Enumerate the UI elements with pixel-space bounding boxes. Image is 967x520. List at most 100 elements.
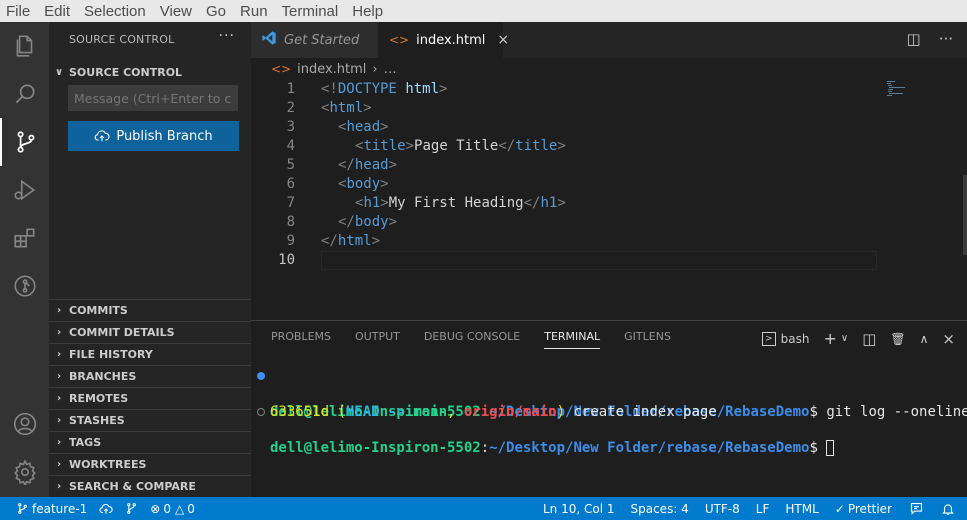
panel-worktrees[interactable]: › WORKTREES (49, 453, 251, 475)
language-mode[interactable]: HTML (777, 502, 826, 516)
breadcrumb-separator-icon: › (372, 61, 378, 77)
indentation[interactable]: Spaces: 4 (623, 502, 697, 516)
menu-edit[interactable]: Edit (37, 3, 77, 20)
gitlens-icon[interactable] (0, 262, 49, 310)
line-number: 6 (286, 176, 295, 192)
breadcrumb-symbol[interactable]: … (384, 62, 397, 77)
code-line: <head> (338, 119, 389, 135)
settings-gear-icon[interactable] (0, 448, 49, 496)
chevron-right-icon: › (56, 437, 62, 448)
account-icon[interactable] (0, 400, 49, 448)
tab-debug-console[interactable]: DEBUG CONSOLE (424, 330, 520, 349)
source-control-section-header[interactable]: ∨ SOURCE CONTROL (49, 62, 251, 82)
end-of-line[interactable]: LF (748, 502, 778, 516)
panel-label: WORKTREES (69, 458, 147, 471)
code-line: </head> (338, 157, 398, 173)
panel-label: BRANCHES (69, 370, 137, 383)
tab-problems[interactable]: PROBLEMS (271, 330, 331, 349)
source-control-sidebar: SOURCE CONTROL ··· ∨ SOURCE CONTROL Publ… (49, 22, 251, 497)
branch-indicator[interactable]: feature-1 (0, 502, 93, 516)
publish-changes-icon[interactable] (93, 502, 119, 516)
notifications-bell-icon[interactable] (933, 502, 967, 516)
new-terminal-icon[interactable]: + (823, 329, 836, 348)
editor-scrollbar[interactable] (963, 175, 967, 255)
split-terminal-icon[interactable]: ◫ (862, 330, 876, 348)
menu-terminal[interactable]: Terminal (275, 3, 346, 20)
publish-branch-button[interactable]: Publish Branch (68, 121, 239, 151)
problems-indicator[interactable]: ⊗ 0 △ 0 (144, 502, 201, 516)
chevron-right-icon: › (56, 327, 62, 338)
more-actions-icon[interactable]: ··· (219, 28, 235, 44)
commit-message-input[interactable] (68, 85, 238, 111)
error-count: 0 (163, 501, 171, 516)
terminal-line: dell@lelimo-Inspiron-5502:~/Desktop/New … (270, 439, 835, 457)
line-number: 3 (286, 119, 295, 135)
panel-commit-details[interactable]: › COMMIT DETAILS (49, 321, 251, 343)
panel-file-history[interactable]: › FILE HISTORY (49, 343, 251, 365)
source-control-icon[interactable] (0, 118, 49, 166)
breadcrumb: <> index.html › … (251, 58, 967, 80)
panel-branches[interactable]: › BRANCHES (49, 365, 251, 387)
breadcrumb-file[interactable]: index.html (297, 62, 366, 77)
feedback-icon[interactable] (900, 501, 933, 516)
chevron-right-icon: › (56, 415, 62, 426)
tab-terminal[interactable]: TERMINAL (544, 330, 601, 349)
panel-tabs: PROBLEMS OUTPUT DEBUG CONSOLE TERMINAL G… (271, 330, 695, 349)
panel-remotes[interactable]: › REMOTES (49, 387, 251, 409)
panel-label: STASHES (69, 414, 125, 427)
activity-bar (0, 22, 49, 497)
cursor-position[interactable]: Ln 10, Col 1 (535, 502, 623, 516)
run-debug-icon[interactable] (0, 166, 49, 214)
editor-actions: ◫ ··· (907, 30, 954, 48)
shell-label: bash (780, 331, 810, 346)
encoding[interactable]: UTF-8 (697, 502, 748, 516)
git-graph-icon[interactable] (119, 502, 144, 515)
panel-search-compare[interactable]: › SEARCH & COMPARE (49, 475, 251, 497)
chevron-down-icon[interactable]: ∨ (841, 333, 848, 344)
close-panel-icon[interactable]: × (942, 330, 955, 348)
panel-label: COMMITS (69, 304, 128, 317)
tab-gitlens[interactable]: GITLENS (624, 330, 671, 349)
panel-commits[interactable]: › COMMITS (49, 299, 251, 321)
chevron-right-icon: › (56, 349, 62, 360)
search-icon[interactable] (0, 70, 49, 118)
menu-run[interactable]: Run (233, 3, 275, 20)
split-editor-icon[interactable]: ◫ (907, 30, 921, 48)
menu-file[interactable]: File (0, 3, 37, 20)
branch-icon (18, 503, 27, 514)
terminal-shell[interactable]: > bash (762, 331, 810, 346)
html-file-icon: <> (389, 33, 410, 47)
prettier-status[interactable]: ✓ Prettier (827, 502, 900, 516)
sidebar-title: SOURCE CONTROL (69, 33, 175, 46)
close-tab-icon[interactable]: × (497, 32, 509, 48)
menu-bar: File Edit Selection View Go Run Terminal… (0, 0, 967, 22)
minimap[interactable] (885, 80, 907, 98)
more-actions-icon[interactable]: ··· (939, 30, 953, 48)
menu-help[interactable]: Help (345, 3, 390, 20)
panel-stashes[interactable]: › STASHES (49, 409, 251, 431)
warning-count: 0 (187, 501, 195, 516)
maximize-panel-icon[interactable]: ∧ (920, 332, 929, 346)
code-line: </html> (321, 233, 381, 249)
code-line: <h1>My First Heading</h1> (355, 195, 566, 211)
command-success-icon (257, 372, 265, 380)
panel-label: FILE HISTORY (69, 348, 153, 361)
panel-actions: > bash + ∨ ◫ 🗑 ∧ × (762, 329, 955, 348)
tab-output[interactable]: OUTPUT (355, 330, 400, 349)
code-editor[interactable]: 1 <!DOCTYPE html> 2 <html> 3 <head> 4 <title… (251, 80, 967, 320)
panel-label: TAGS (69, 436, 102, 449)
tab-index-html[interactable]: <> index.html × (379, 22, 509, 58)
terminal-cursor (826, 440, 835, 456)
menu-selection[interactable]: Selection (77, 3, 153, 20)
trash-icon[interactable]: 🗑 (890, 332, 905, 346)
menu-go[interactable]: Go (199, 3, 233, 20)
line-number: 2 (286, 100, 295, 116)
panel-tags[interactable]: › TAGS (49, 431, 251, 453)
menu-view[interactable]: View (153, 3, 199, 20)
panel-label: COMMIT DETAILS (69, 326, 175, 339)
tab-get-started[interactable]: Get Started (251, 22, 377, 58)
code-line: <body> (338, 176, 389, 192)
extensions-icon[interactable] (0, 214, 49, 262)
code-line: <title>Page Title</title> (355, 138, 566, 154)
explorer-icon[interactable] (0, 22, 49, 70)
